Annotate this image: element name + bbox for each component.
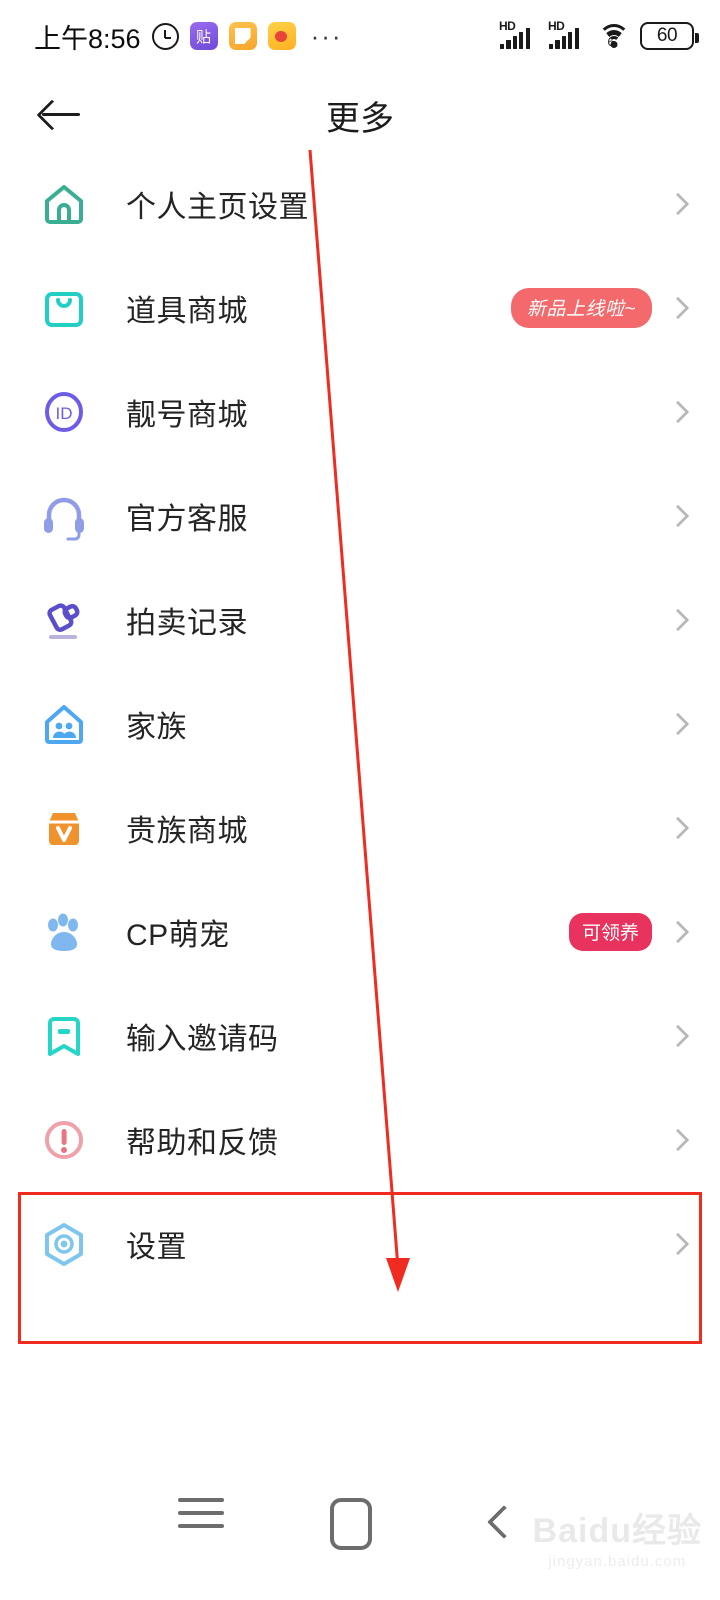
list-item-label: 靓号商城 <box>126 399 248 432</box>
wifi-icon: 6 <box>597 22 631 50</box>
status-bar: 上午8:56 ··· HD HD 6 60 <box>0 0 720 72</box>
list-item-right <box>666 400 690 424</box>
list-item-right <box>666 712 690 736</box>
signal-bars-1-icon: HD <box>499 19 539 51</box>
list-item-label: 贵族商城 <box>126 815 248 848</box>
list-item-label: 输入邀请码 <box>126 1023 279 1056</box>
list-item[interactable]: 道具商城 新品上线啦~ <box>0 256 720 360</box>
list-item-right <box>666 1232 690 1256</box>
status-badge: 新品上线啦~ <box>510 288 652 328</box>
menu-icon[interactable] <box>178 1498 224 1537</box>
weibo-icon <box>267 22 296 50</box>
chevron-right-icon[interactable] <box>666 816 690 840</box>
list-item-right <box>666 504 690 528</box>
list-item[interactable]: CP萌宠 可领养 <box>0 880 720 984</box>
tieba-icon <box>189 22 218 50</box>
list-item-right: 可领养 <box>568 913 690 951</box>
list-item-label: 拍卖记录 <box>126 607 248 640</box>
list-item[interactable]: 设置 <box>0 1192 720 1296</box>
status-bar-right: HD HD 6 60 <box>499 19 699 51</box>
list-item-label: 个人主页设置 <box>126 191 309 224</box>
watermark-main: Baidu经验 <box>532 1512 702 1550</box>
android-nav-bar: Baidu经验 jingyan.baidu.com <box>0 1450 720 1600</box>
chevron-right-icon[interactable] <box>666 712 690 736</box>
list-item-label: 设置 <box>126 1231 187 1264</box>
list-item[interactable]: 家族 <box>0 672 720 776</box>
watermark-sub: jingyan.baidu.com <box>548 1553 687 1570</box>
page-title: 更多 <box>326 99 394 138</box>
chevron-right-icon[interactable] <box>666 400 690 424</box>
page-header: 更多 <box>0 72 720 158</box>
noble-shop-icon <box>36 800 92 856</box>
chevron-right-icon[interactable] <box>666 1232 690 1256</box>
chevron-right-icon[interactable] <box>666 192 690 216</box>
invite-code-icon <box>36 1008 92 1064</box>
home-icon <box>36 176 92 232</box>
list-item-label: 官方客服 <box>126 503 248 536</box>
shopping-bag-icon <box>36 280 92 336</box>
status-badge: 可领养 <box>568 913 652 951</box>
list-item-label: CP萌宠 <box>126 919 230 952</box>
settings-hex-icon <box>36 1216 92 1272</box>
list-item-right <box>666 608 690 632</box>
phone-screen: 上午8:56 ··· HD HD 6 60 <box>0 0 720 1600</box>
list-item-label: 帮助和反馈 <box>126 1127 279 1160</box>
chevron-right-icon[interactable] <box>666 504 690 528</box>
status-overflow-icon: ··· <box>310 21 343 51</box>
signal-bars-2-icon: HD <box>548 19 588 51</box>
gavel-icon <box>36 592 92 648</box>
list-item[interactable]: 帮助和反馈 <box>0 1088 720 1192</box>
list-item[interactable]: 输入邀请码 <box>0 984 720 1088</box>
list-item-right <box>666 192 690 216</box>
chevron-right-icon[interactable] <box>666 1128 690 1152</box>
chevron-right-icon[interactable] <box>666 920 690 944</box>
battery-level-label: 60 <box>656 25 678 46</box>
chevron-right-icon[interactable] <box>666 608 690 632</box>
status-bar-left: 上午8:56 ··· <box>34 17 343 56</box>
list-item-right <box>666 816 690 840</box>
list-item[interactable]: 个人主页设置 <box>0 152 720 256</box>
wifi-generation-label: 6 <box>604 32 624 52</box>
status-time: 上午8:56 <box>34 23 141 54</box>
chevron-right-icon[interactable] <box>666 1024 690 1048</box>
settings-list: 个人主页设置 道具商城 新品上线啦~ ID 靓号商城 官方客服 拍卖记录 家族 <box>0 152 720 1296</box>
id-badge-icon: ID <box>36 384 92 440</box>
list-item[interactable]: ID 靓号商城 <box>0 360 720 464</box>
list-item-right <box>666 1024 690 1048</box>
battery-icon: 60 <box>640 22 699 50</box>
list-item-label: 家族 <box>126 711 187 744</box>
help-circle-icon <box>36 1112 92 1168</box>
list-item-right: 新品上线啦~ <box>510 288 690 328</box>
back-chevron-icon[interactable] <box>487 1505 521 1539</box>
note-icon <box>228 22 257 50</box>
svg-text:ID: ID <box>56 404 73 423</box>
alarm-clock-icon <box>151 22 179 50</box>
list-item-label: 道具商城 <box>126 295 248 328</box>
headset-icon <box>36 488 92 544</box>
list-item[interactable]: 拍卖记录 <box>0 568 720 672</box>
baidu-watermark: Baidu经验 jingyan.baidu.com <box>533 1503 702 1570</box>
paw-icon <box>36 904 92 960</box>
list-item[interactable]: 官方客服 <box>0 464 720 568</box>
chevron-right-icon[interactable] <box>666 296 690 320</box>
family-house-icon <box>36 696 92 752</box>
list-item-right <box>666 1128 690 1152</box>
list-item[interactable]: 贵族商城 <box>0 776 720 880</box>
home-square-icon[interactable] <box>330 1498 372 1550</box>
